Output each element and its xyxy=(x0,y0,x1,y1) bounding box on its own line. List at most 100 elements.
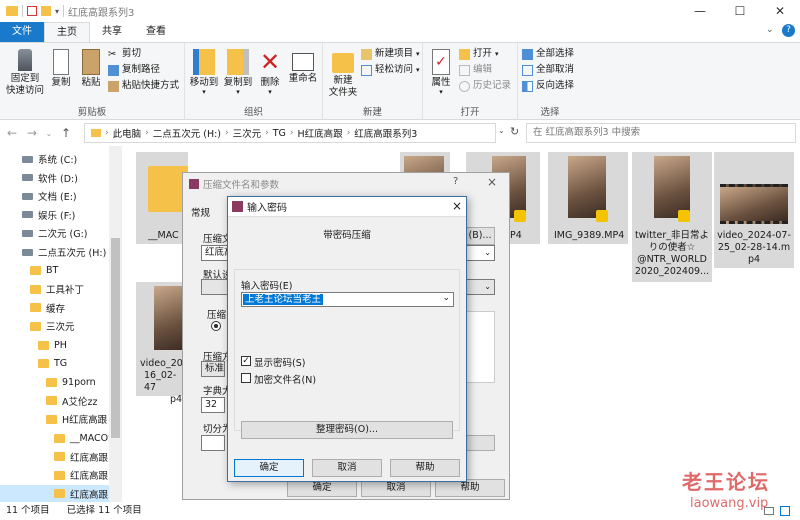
chevron-down-icon[interactable]: ⌄ xyxy=(442,293,450,303)
divider xyxy=(22,5,23,17)
crumb-sanciyuan[interactable]: 三次元 xyxy=(229,126,266,140)
tab-view[interactable]: 查看 xyxy=(134,22,178,42)
help-icon[interactable]: ? xyxy=(453,176,458,187)
paste-button[interactable]: 粘贴 xyxy=(78,49,104,89)
chevron-down-icon[interactable]: ⌄ xyxy=(44,129,54,138)
password-input[interactable]: 上老王论坛当老王 ⌄ xyxy=(241,292,454,307)
up-arrow-icon[interactable]: ↑ xyxy=(58,126,74,140)
copy-button[interactable]: 复制 xyxy=(48,49,74,89)
password-help-button[interactable]: 帮助 xyxy=(390,459,460,477)
easy-access-label: 轻松访问 xyxy=(375,64,414,75)
easy-access-button[interactable]: 轻松访问 ▾ xyxy=(361,63,420,77)
close-button[interactable]: ✕ xyxy=(760,0,800,22)
close-icon[interactable]: × xyxy=(452,199,462,213)
nav-item[interactable]: 工具补丁 xyxy=(0,280,122,298)
archive-name-dropdown[interactable]: ⌄ xyxy=(465,245,495,261)
nav-item[interactable]: 文档 (E:) xyxy=(0,187,122,205)
nav-item[interactable]: 红底高跟系 xyxy=(0,448,122,466)
file-tile-twitter[interactable]: twitter_非日常よ りの使者☆ @NTR_WORLD 2020_20240… xyxy=(632,152,712,282)
crumb-current[interactable]: 红底高跟系列3 xyxy=(350,126,421,140)
select-all-button[interactable]: 全部选择 xyxy=(522,47,574,61)
chevron-down-icon[interactable]: ▾ xyxy=(55,7,59,16)
nav-item[interactable]: 二点五次元 (H:) xyxy=(0,243,122,261)
back-arrow-icon[interactable]: ← xyxy=(4,126,20,140)
minimize-button[interactable]: — xyxy=(680,0,720,22)
nav-item[interactable]: H红底高跟 xyxy=(0,410,122,428)
close-icon[interactable]: × xyxy=(487,175,497,189)
nav-item[interactable]: 缓存 xyxy=(0,299,122,317)
paste-shortcut-button[interactable]: 粘贴快捷方式 xyxy=(108,79,179,93)
group-label-select: 选择 xyxy=(540,107,560,118)
forward-arrow-icon[interactable]: → xyxy=(24,126,40,140)
nav-item[interactable]: BT xyxy=(0,262,122,280)
open-button[interactable]: 打开 ▾ xyxy=(459,47,499,61)
file-name-line: 2020_202409... xyxy=(634,266,710,277)
chevron-down-icon[interactable]: ⌄ xyxy=(766,25,774,35)
split-field[interactable] xyxy=(201,435,225,451)
nav-item[interactable]: TG xyxy=(0,355,122,373)
nav-item[interactable]: 三次元 xyxy=(0,317,122,335)
play-badge-icon xyxy=(678,210,690,222)
nav-item[interactable]: 软件 (D:) xyxy=(0,169,122,187)
nav-item[interactable]: __MACOS xyxy=(0,429,122,447)
nav-item[interactable]: A艾伦zz xyxy=(0,392,122,410)
nav-item[interactable]: 系统 (C:) xyxy=(0,150,122,168)
large-icons-view-icon[interactable] xyxy=(780,506,790,516)
encrypt-names-checkbox[interactable] xyxy=(241,373,251,383)
search-input[interactable]: 在 红底高跟系列3 中搜索 xyxy=(526,123,796,143)
nav-item[interactable]: 娱乐 (F:) xyxy=(0,206,122,224)
nav-item[interactable]: 红底高跟系 xyxy=(0,466,122,484)
radio-rar[interactable] xyxy=(211,321,221,331)
dictionary-dropdown[interactable]: 32 xyxy=(201,397,225,413)
file-tile-macos[interactable]: __MAC xyxy=(136,152,188,244)
maximize-button[interactable]: ☐ xyxy=(720,0,760,22)
nav-item[interactable]: 红底高跟系 xyxy=(0,484,122,502)
crumb-h-red[interactable]: H红底高跟 xyxy=(294,126,347,140)
split-button[interactable] xyxy=(465,435,495,451)
browse-button[interactable]: (B)... xyxy=(465,227,495,245)
copy-path-button[interactable]: 复制路径 xyxy=(108,63,160,77)
select-none-button[interactable]: 全部取消 xyxy=(522,63,574,77)
chevron-down-icon[interactable]: ⌄ xyxy=(498,126,505,135)
tab-home[interactable]: 主页 xyxy=(44,22,90,42)
file-tile-img9389[interactable]: IMG_9389.MP4 xyxy=(548,152,628,244)
rename-button[interactable]: 重命名 xyxy=(285,49,321,85)
crumb-drive-h[interactable]: 二点五次元 (H:) xyxy=(149,126,225,140)
organize-passwords-button[interactable]: 整理密码(O)... xyxy=(241,421,453,439)
scroll-thumb[interactable] xyxy=(111,238,120,438)
chevron-down-icon: ▾ xyxy=(416,50,420,58)
tab-file[interactable]: 文件 xyxy=(0,22,44,42)
new-folder-button[interactable]: 新建 文件夹 xyxy=(327,49,359,99)
tab-general[interactable]: 常规 xyxy=(191,205,210,219)
help-icon[interactable]: ? xyxy=(782,24,795,37)
copy-to-button[interactable]: 复制到 ▾ xyxy=(221,49,255,96)
move-to-button[interactable]: 移动到 ▾ xyxy=(187,49,221,96)
crumb-tg[interactable]: TG xyxy=(269,128,290,139)
show-password-checkbox[interactable]: ✓ xyxy=(241,356,251,366)
file-name-line: video_2024-07- xyxy=(717,230,791,241)
show-password-label[interactable]: 显示密码(S) xyxy=(254,355,305,369)
method-dropdown[interactable]: 标准 xyxy=(201,361,225,377)
crumb-this-pc[interactable]: 此电脑 xyxy=(109,126,146,140)
encrypt-names-label[interactable]: 加密文件名(N) xyxy=(254,372,316,386)
refresh-icon[interactable]: ↻ xyxy=(510,125,519,138)
nav-item[interactable]: 二次元 (G:) xyxy=(0,224,122,242)
delete-button[interactable]: ✕ 删除 ▾ xyxy=(257,49,283,96)
format-label: 压缩 xyxy=(207,310,227,321)
properties-button[interactable]: ✓ 属性 ▾ xyxy=(427,49,455,96)
pin-quick-access-button[interactable]: 固定到 快速访问 xyxy=(4,49,46,97)
breadcrumb[interactable]: › 此电脑 › 二点五次元 (H:) › 三次元 › TG › H红底高跟 › … xyxy=(84,123,496,143)
properties-check-icon[interactable] xyxy=(27,6,37,16)
password-ok-button[interactable]: 确定 xyxy=(234,459,304,477)
invert-selection-button[interactable]: 反向选择 xyxy=(522,79,574,93)
nav-scrollbar[interactable] xyxy=(109,146,122,502)
file-tile-video0725[interactable]: video_2024-07- 25_02-28-14.m p4 xyxy=(714,152,794,268)
tab-share[interactable]: 共享 xyxy=(90,22,134,42)
nav-item[interactable]: PH xyxy=(0,336,122,354)
cut-button[interactable]: ✂ 剪切 xyxy=(108,47,141,61)
password-cancel-button[interactable]: 取消 xyxy=(312,459,382,477)
new-folder-quick-icon[interactable] xyxy=(41,6,51,16)
nav-item[interactable]: 91porn xyxy=(0,373,122,391)
file-tile-video-partial[interactable]: video_20 16_02-47 p4 xyxy=(136,282,188,405)
new-item-button[interactable]: 新建项目 ▾ xyxy=(361,47,420,61)
